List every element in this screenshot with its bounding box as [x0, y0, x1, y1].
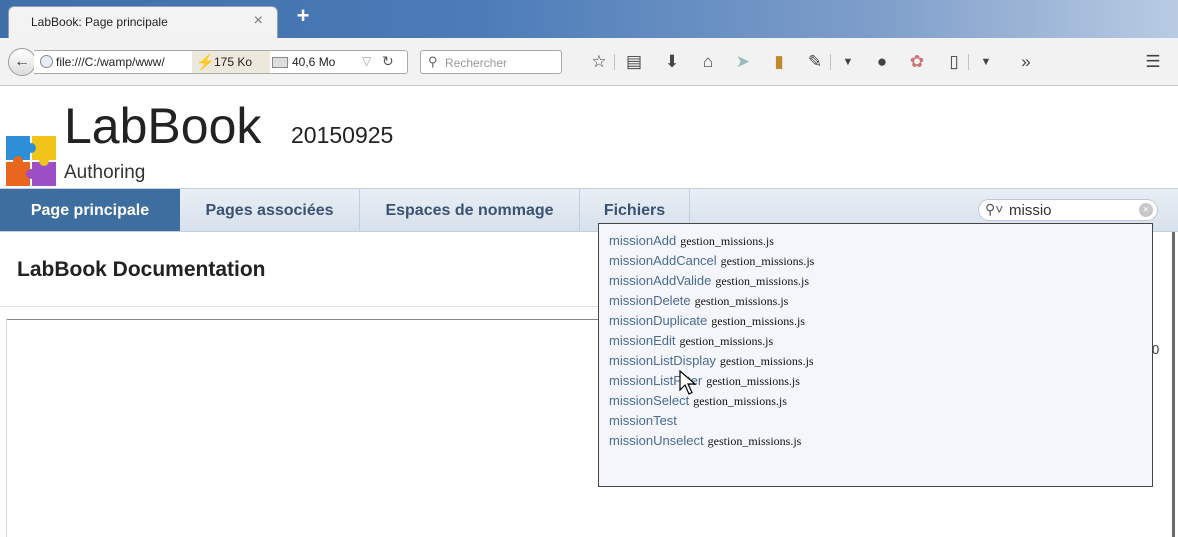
globe-icon [40, 55, 53, 68]
suggestion-item[interactable]: missionListFilter gestion_missions.js [609, 372, 800, 392]
tab-espaces-de-nommage[interactable]: Espaces de nommage [360, 189, 580, 231]
suggestion-item[interactable]: missionAddCancel gestion_missions.js [609, 252, 814, 272]
toolbar-separator [830, 54, 831, 70]
search-icon: ⚲˅ [985, 201, 1004, 217]
suggestion-item[interactable]: missionEdit gestion_missions.js [609, 332, 773, 352]
page-content: LabBook 20150925 Authoring Page principa… [0, 86, 1178, 537]
clear-search-icon[interactable]: × [1139, 203, 1153, 217]
tab-page-principale[interactable]: Page principale [0, 189, 180, 231]
wiki-search-input[interactable]: ⚲˅ missio × [978, 199, 1158, 221]
url-bar[interactable]: file:///C:/wamp/www/ ⚡ 175 Ko 40,6 Mo ▽ … [34, 50, 408, 74]
chat-icon[interactable]: ● [870, 50, 894, 74]
page-size-value: 175 Ko [214, 55, 253, 69]
suggestion-item[interactable]: missionAddValide gestion_missions.js [609, 272, 809, 292]
download-icon[interactable]: ⬇ [660, 50, 684, 74]
bookmark-icon[interactable]: ▮ [767, 50, 791, 74]
suggestion-item[interactable]: missionUnselect gestion_missions.js [609, 432, 801, 452]
url-text[interactable]: file:///C:/wamp/www/ [56, 55, 192, 69]
suggestion-item[interactable]: missionListDisplay gestion_missions.js [609, 352, 814, 372]
suggestion-item[interactable]: missionAdd gestion_missions.js [609, 232, 774, 252]
star-icon[interactable]: ☆ [587, 50, 611, 74]
toolbar-separator [968, 54, 969, 70]
browser-tab[interactable]: LabBook: Page principale × [8, 6, 278, 38]
memory-indicator: 40,6 Mo [272, 55, 335, 69]
search-icon: ⚲ [428, 54, 438, 69]
browser-tab-strip: LabBook: Page principale × + [0, 0, 1178, 38]
divider [0, 306, 600, 307]
new-tab-button[interactable]: + [291, 5, 315, 28]
browser-search-input[interactable]: ⚲ Rechercher [420, 50, 562, 74]
search-placeholder: Rechercher [445, 56, 508, 70]
content-border-right [1172, 232, 1175, 537]
menu-icon[interactable]: ☰ [1141, 50, 1165, 74]
partial-text: 0 [1152, 342, 1160, 357]
search-suggestions-dropdown: missionAdd gestion_missions.js missionAdd… [598, 223, 1153, 487]
page-size-indicator: ⚡ 175 Ko [192, 51, 270, 73]
send-icon[interactable]: ➤ [731, 50, 755, 74]
url-dropdown-icon[interactable]: ▽ [362, 54, 371, 68]
content-border [6, 319, 7, 537]
site-version: 20150925 [291, 122, 394, 148]
puzzle-logo-icon [6, 136, 56, 186]
suggestion-item[interactable]: missionTest [609, 412, 681, 432]
overflow-icon[interactable]: » [1014, 50, 1038, 74]
mouse-cursor-icon [679, 370, 697, 395]
page-title: LabBook Documentation [17, 258, 266, 281]
home-icon[interactable]: ⌂ [696, 50, 720, 74]
wiki-search-value[interactable]: missio [1009, 202, 1052, 219]
dropdown-icon[interactable]: ▼ [974, 50, 998, 74]
tab-title: LabBook: Page principale [31, 15, 168, 29]
disk-icon [272, 57, 288, 69]
site-subtitle: Authoring [64, 162, 146, 183]
divider [6, 319, 606, 320]
addon-icon[interactable]: ✿ [905, 50, 929, 74]
lightning-icon: ⚡ [196, 54, 215, 71]
suggestion-item[interactable]: missionDuplicate gestion_missions.js [609, 312, 805, 332]
tab-pages-associees[interactable]: Pages associées [180, 189, 360, 231]
back-arrow-icon: ← [14, 53, 30, 70]
toolbar-separator [614, 54, 615, 70]
site-title[interactable]: LabBook [64, 98, 261, 154]
dropdown-icon[interactable]: ▼ [836, 50, 860, 74]
clipboard-icon[interactable]: ▤ [622, 50, 646, 74]
phone-icon[interactable]: ▯ [942, 50, 966, 74]
back-button[interactable]: ← [8, 48, 36, 76]
suggestion-item[interactable]: missionDelete gestion_missions.js [609, 292, 788, 312]
memory-value: 40,6 Mo [292, 55, 336, 69]
reload-icon[interactable]: ↻ [382, 53, 394, 70]
tab-close-icon[interactable]: × [254, 12, 263, 30]
browser-navigation-bar: ← file:///C:/wamp/www/ ⚡ 175 Ko 40,6 Mo … [0, 38, 1178, 86]
pen-icon[interactable]: ✎ [803, 50, 827, 74]
